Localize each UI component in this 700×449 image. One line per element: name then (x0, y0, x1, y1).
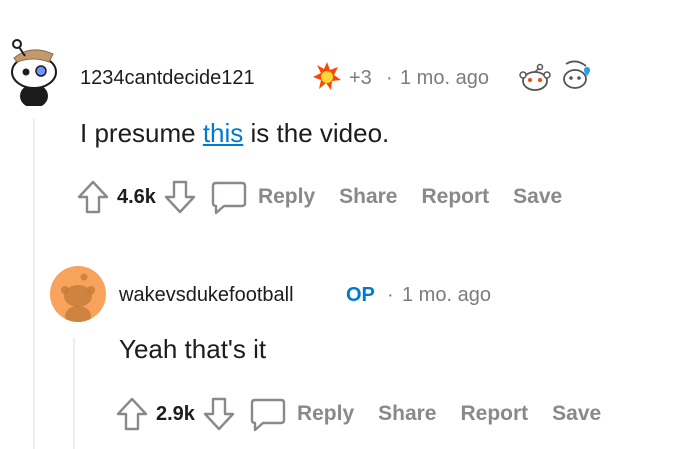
save-button[interactable]: Save (552, 402, 601, 426)
report-button[interactable]: Report (461, 402, 529, 426)
award-heart-icon[interactable] (560, 60, 594, 99)
reply-body: Yeah that's it (119, 334, 267, 364)
save-button[interactable]: Save (513, 185, 562, 209)
reply-actions: 2.9k Reply Share Report Save (114, 392, 625, 436)
user-avatar-1[interactable] (5, 38, 63, 106)
reply-button[interactable]: Reply (210, 179, 315, 215)
comment-icon (211, 181, 247, 215)
snoo-avatar-icon (11, 39, 57, 106)
award-fire-icon[interactable] (311, 60, 343, 97)
comment-actions: 4.6k Reply Share Report Save (75, 175, 586, 219)
reply-label: Reply (257, 185, 316, 208)
body-text-prefix: I presume (80, 118, 203, 148)
downvote-icon[interactable] (201, 394, 237, 434)
thread-line-parent[interactable] (33, 118, 35, 449)
reply-timestamp[interactable]: 1 mo. ago (402, 284, 491, 307)
body-text-suffix: is the video. (243, 118, 390, 148)
award-count: +3 (349, 67, 372, 89)
vote-score: 2.9k (156, 402, 195, 425)
upvote-icon[interactable] (114, 394, 150, 434)
reply-username[interactable]: wakevsdukefootball (119, 284, 294, 307)
vote-score: 4.6k (117, 185, 156, 208)
thread-line-child[interactable] (73, 338, 75, 449)
downvote-icon[interactable] (162, 177, 198, 217)
upvote-icon[interactable] (75, 177, 111, 217)
reply-label: Reply (296, 402, 355, 425)
share-button[interactable]: Share (339, 185, 397, 209)
award-snoo-icon[interactable] (518, 63, 552, 98)
meta-separator: · (387, 284, 394, 306)
op-badge: OP (346, 284, 375, 306)
comment-timestamp[interactable]: 1 mo. ago (400, 67, 489, 90)
reply-button[interactable]: Reply (249, 396, 354, 432)
user-avatar-2[interactable] (50, 266, 106, 322)
meta-separator: · (386, 67, 393, 89)
video-link[interactable]: this (203, 118, 243, 148)
comment-body: I presume this is the video. (80, 118, 389, 149)
default-snoo-icon (61, 273, 95, 322)
comment-username[interactable]: 1234cantdecide121 (80, 67, 255, 90)
share-button[interactable]: Share (378, 402, 436, 426)
comment-icon (250, 398, 286, 432)
report-button[interactable]: Report (422, 185, 490, 209)
